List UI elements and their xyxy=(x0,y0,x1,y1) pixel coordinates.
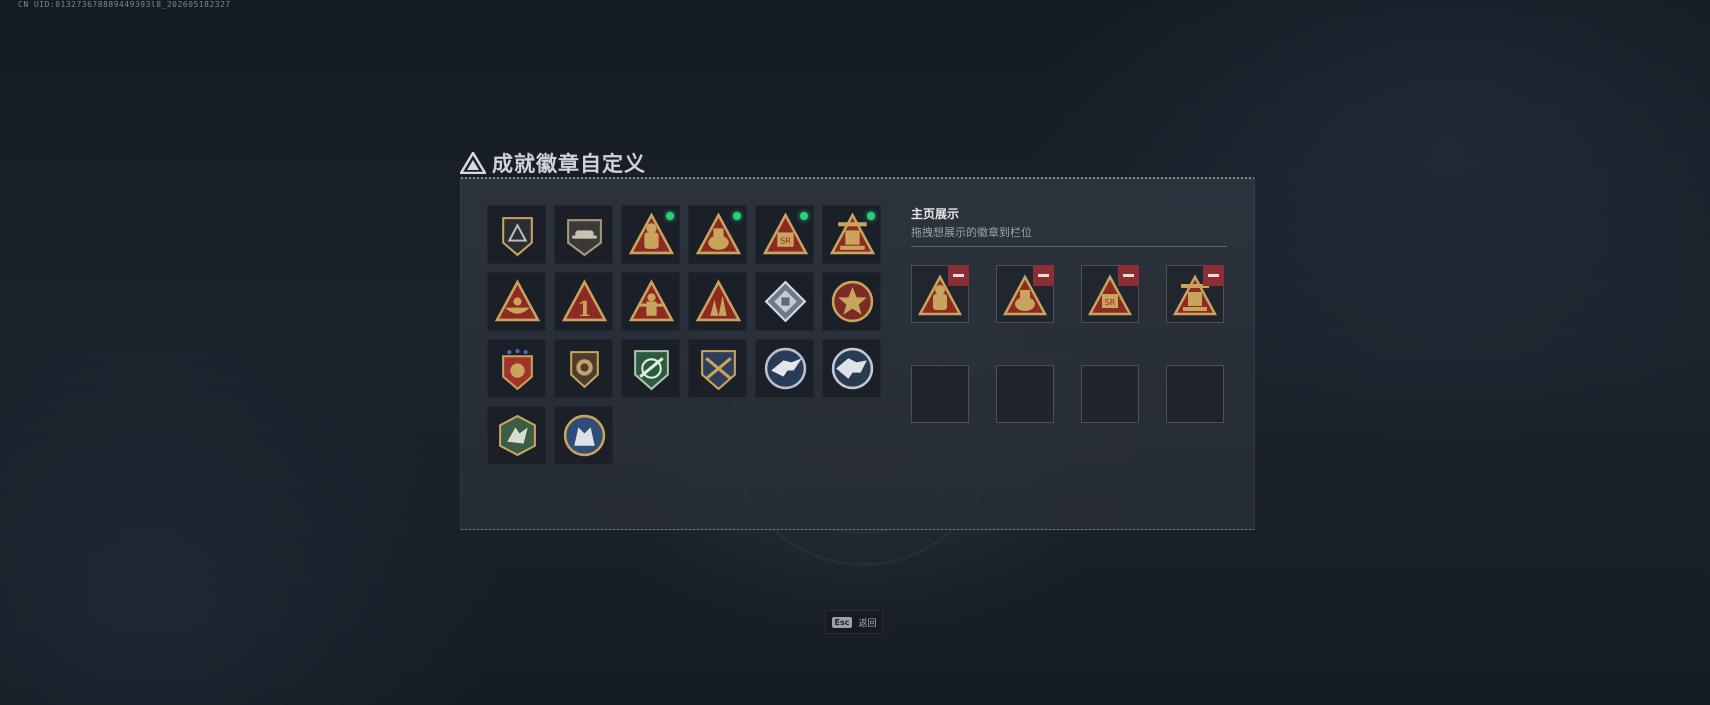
showcase-slot-empty[interactable] xyxy=(1166,365,1224,423)
uid-label: CN UID:013273678889449393l8_202605182327 xyxy=(18,0,231,9)
panel-top-border xyxy=(461,177,1254,179)
badge-cell[interactable] xyxy=(822,205,881,264)
medal-star-icon xyxy=(831,280,874,323)
badge-cell[interactable] xyxy=(487,406,546,465)
badge-cell[interactable] xyxy=(554,406,613,465)
badge-cell[interactable] xyxy=(755,339,814,398)
badge-cell[interactable] xyxy=(621,272,680,331)
showcase-slot-empty[interactable] xyxy=(911,365,969,423)
new-indicator-dot xyxy=(733,212,741,220)
panel-bottom-border xyxy=(461,529,1254,530)
triangle-spikes-icon xyxy=(696,279,741,322)
remove-badge-button[interactable] xyxy=(1033,265,1054,286)
esc-key: Esc xyxy=(831,616,853,628)
badge-cell[interactable] xyxy=(755,272,814,331)
showcase-divider xyxy=(911,246,1227,247)
showcase-title: 主页展示 xyxy=(911,207,960,221)
badge-cell[interactable] xyxy=(554,339,613,398)
badge-cell[interactable]: SR xyxy=(755,205,814,264)
shield-stars-icon xyxy=(502,349,533,391)
showcase-subtitle: 拖拽想展示的徽章到栏位 xyxy=(911,226,1032,239)
panel-header: 成就徽章自定义 xyxy=(460,148,646,178)
svg-text:1: 1 xyxy=(577,297,591,321)
svg-text:SR: SR xyxy=(1105,298,1116,307)
triangle-figure-icon xyxy=(629,279,674,322)
badge-grid: SR 1 xyxy=(487,205,881,465)
showcase-header: 主页展示 拖拽想展示的徽章到栏位 xyxy=(911,205,1227,247)
triangle-bowl-icon xyxy=(495,279,540,322)
badge-cell[interactable] xyxy=(822,339,881,398)
triangle-number-one-icon: 1 xyxy=(562,279,607,322)
circle-wolf-icon xyxy=(563,414,606,457)
remove-badge-button[interactable] xyxy=(948,265,969,286)
triangle-logo-icon xyxy=(460,152,486,174)
showcase-slot-empty[interactable] xyxy=(996,365,1054,423)
new-indicator-dot xyxy=(867,212,875,220)
badge-cell[interactable] xyxy=(487,272,546,331)
badge-cell[interactable] xyxy=(487,339,546,398)
badge-cell[interactable] xyxy=(554,205,613,264)
shield-green-rifle-icon xyxy=(634,350,669,391)
esc-back-button[interactable]: Esc 返回 xyxy=(825,610,883,634)
badge-cell[interactable]: 1 xyxy=(554,272,613,331)
new-indicator-dot xyxy=(800,212,808,220)
circle-eagle-icon xyxy=(764,347,807,390)
badge-cell[interactable] xyxy=(688,205,747,264)
remove-badge-button[interactable] xyxy=(1118,265,1139,286)
circle-eagle-alt-icon xyxy=(831,347,874,390)
remove-badge-button[interactable] xyxy=(1203,265,1224,286)
shield-crossed-rifles-icon xyxy=(701,350,736,391)
showcase-slot-filled[interactable] xyxy=(911,265,969,323)
badge-customize-panel: SR 1 主页展示 拖拽想展示的徽章到栏位 SR xyxy=(460,177,1255,530)
showcase-slot-filled[interactable]: SR xyxy=(1081,265,1139,323)
badge-cell[interactable] xyxy=(621,339,680,398)
badge-cell[interactable] xyxy=(822,272,881,331)
showcase-slot-empty[interactable] xyxy=(1081,365,1139,423)
page-title: 成就徽章自定义 xyxy=(492,152,646,176)
shield-triangle-icon xyxy=(502,217,533,257)
badge-cell[interactable] xyxy=(621,205,680,264)
svg-text:SR: SR xyxy=(780,236,791,246)
shield-lion-icon xyxy=(570,351,599,389)
badge-cell[interactable] xyxy=(487,205,546,264)
badge-cell[interactable] xyxy=(688,339,747,398)
new-indicator-dot xyxy=(666,212,674,220)
diamond-silver-icon xyxy=(764,280,807,323)
showcase-slot-filled[interactable] xyxy=(1166,265,1224,323)
badge-cell[interactable] xyxy=(688,272,747,331)
hexagon-green-wolf-icon xyxy=(499,414,536,457)
showcase-slots: SR xyxy=(911,265,1224,423)
shield-helmet-icon xyxy=(567,219,602,257)
showcase-slot-filled[interactable] xyxy=(996,265,1054,323)
esc-label: 返回 xyxy=(858,618,877,629)
